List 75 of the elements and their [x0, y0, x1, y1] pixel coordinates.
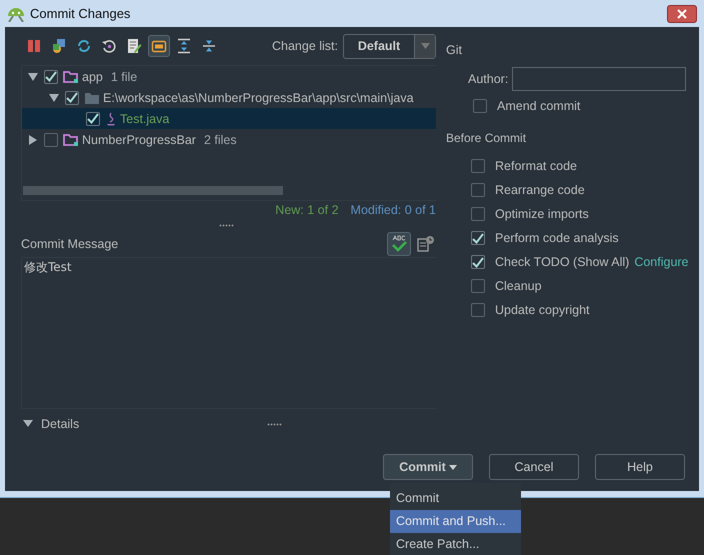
caret-icon	[420, 43, 430, 49]
spellcheck-icon	[390, 235, 408, 253]
expand-arrow-icon[interactable]	[28, 134, 38, 144]
java-file-icon	[105, 112, 117, 126]
checkmark-icon	[472, 232, 484, 244]
refresh-icon	[76, 38, 92, 54]
tree-row[interactable]: NumberProgressBar 2 files	[22, 129, 436, 150]
group-icon	[151, 38, 167, 54]
undo-circle-icon	[101, 38, 117, 54]
dialog-button[interactable]: Cancel	[489, 454, 579, 480]
collapse-arrow-icon[interactable]	[28, 72, 38, 82]
section-title: Git	[446, 42, 463, 57]
window-title: Commit Changes	[30, 6, 130, 21]
change-list-dropdown[interactable]: Default	[343, 34, 436, 58]
split-bars-icon	[27, 38, 41, 54]
expand-all-icon	[176, 38, 192, 54]
dialog-button[interactable]: Help	[595, 454, 685, 480]
folder-icon	[84, 90, 100, 104]
new-files-count: New: 1 of 2	[275, 203, 339, 219]
option-checkbox[interactable]: Optimize imports	[471, 207, 589, 221]
tree-item-label: Test.java	[120, 112, 170, 126]
configure-link[interactable]: Configure	[634, 255, 689, 269]
message-history-button[interactable]	[416, 234, 436, 254]
module-folder-icon	[63, 70, 79, 84]
shapes-icon	[51, 38, 67, 54]
option-checkbox[interactable]: Reformat code	[471, 159, 577, 173]
menu-item[interactable]: Create Patch...	[390, 533, 521, 555]
option-checkbox[interactable]: Perform code analysis	[471, 231, 619, 245]
tree-item-label: app	[82, 70, 103, 84]
option-checkbox[interactable]: Update copyright	[471, 303, 590, 317]
splitter-grip[interactable]	[267, 422, 282, 426]
commit-message-label: Commit Message	[21, 237, 118, 251]
checkmark-icon	[45, 71, 57, 82]
commit-split-button[interactable]: Commit	[383, 454, 473, 480]
checkbox[interactable]	[44, 132, 58, 146]
checkmark-icon	[472, 256, 484, 268]
modified-files-count: Modified: 0 of 1	[350, 203, 436, 219]
commit-message-field[interactable]: 修改Test	[21, 257, 436, 409]
tree-item-label: NumberProgressBar	[82, 132, 196, 146]
checkbox[interactable]	[44, 70, 58, 84]
collapse-arrow-icon	[23, 419, 33, 429]
tree-row[interactable]: Test.java	[22, 108, 436, 129]
details-toggle[interactable]: Details	[23, 417, 80, 431]
edit-document-icon	[126, 38, 142, 54]
option-checkbox[interactable]: Cleanup	[471, 279, 542, 293]
close-icon	[677, 8, 687, 18]
change-list-label: Change list:	[272, 39, 338, 53]
horizontal-scrollbar[interactable]	[23, 186, 283, 195]
android-icon	[8, 6, 24, 22]
group-button[interactable]	[148, 35, 170, 57]
amend-commit-checkbox[interactable]: Amend commit	[446, 99, 699, 113]
menu-item[interactable]: Commit	[390, 487, 521, 510]
checkbox[interactable]	[86, 112, 100, 126]
module-folder-icon	[63, 132, 79, 146]
history-icon	[417, 236, 435, 252]
tree-item-label: E:\workspace\as\NumberProgressBar\app\src\main\java	[103, 90, 414, 104]
collapse-arrow-icon[interactable]	[49, 92, 59, 102]
author-field[interactable]	[512, 67, 686, 91]
collapse-all-icon	[201, 38, 217, 54]
splitter-grip[interactable]	[219, 224, 234, 226]
file-count: 1 file	[110, 70, 138, 84]
spellcheck-button[interactable]	[387, 232, 411, 256]
checkmark-icon	[87, 113, 99, 124]
checkmark-icon	[66, 92, 78, 103]
menu-item[interactable]: Commit and Push...	[390, 510, 521, 533]
checkbox[interactable]	[65, 90, 79, 104]
section-title: Before Commit	[446, 130, 528, 145]
tree-row[interactable]: E:\workspace\as\NumberProgressBar\app\src\main\java	[22, 87, 436, 108]
file-count: 2 files	[204, 132, 237, 146]
close-button[interactable]	[667, 4, 697, 22]
caret-icon	[448, 464, 457, 470]
option-checkbox[interactable]: Rearrange code	[471, 183, 585, 197]
author-label: Author:	[468, 72, 508, 86]
tree-row[interactable]: app 1 file	[22, 66, 436, 87]
option-checkbox[interactable]: Check TODO (Show All)	[471, 255, 630, 269]
